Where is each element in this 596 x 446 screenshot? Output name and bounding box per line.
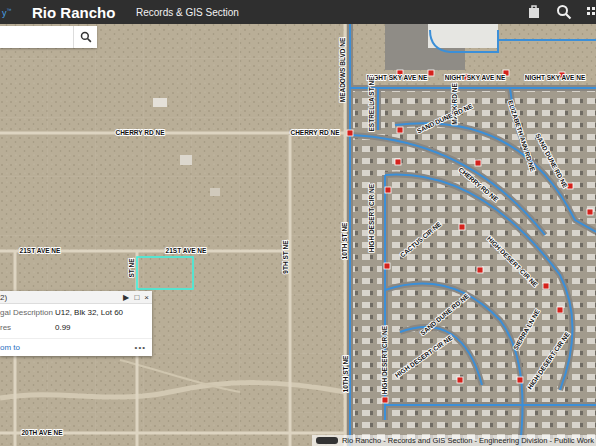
street-label: 10TH ST NE	[341, 222, 348, 260]
dirt-roads	[0, 24, 345, 446]
street-label: 10TH ST NE	[342, 355, 349, 393]
app-title: Rio Rancho	[32, 4, 136, 21]
house	[153, 98, 167, 107]
street-label: ST NE	[128, 258, 135, 278]
esri-logo-icon	[316, 437, 338, 444]
hydrant-marker[interactable]	[557, 307, 563, 313]
field-label: gal Description	[0, 308, 55, 317]
hydrant-marker[interactable]	[397, 127, 403, 133]
hydrant-marker[interactable]	[475, 160, 481, 166]
search-input[interactable]	[0, 26, 73, 48]
brand-logo[interactable]: y™	[2, 7, 32, 18]
popup-footer: om to •••	[0, 338, 152, 356]
header-bar: y™ Rio Rancho Records & GIS Section	[0, 0, 596, 24]
zoom-to-link[interactable]: om to	[0, 343, 20, 352]
aerial-map[interactable]: NIGHT SKY AVE NE NIGHT SKY AVE NE NIGHT SK…	[0, 24, 596, 446]
map-view[interactable]: NIGHT SKY AVE NE NIGHT SKY AVE NE NIGHT SK…	[0, 24, 596, 446]
attribution: Rio Rancho - Records and GIS Section - E…	[312, 435, 596, 446]
hydrant-marker[interactable]	[384, 263, 390, 269]
street-label: ESTRELLA ST NE	[368, 76, 375, 132]
hydrant-marker[interactable]	[457, 377, 463, 383]
street-label: ELIZABETH ANN RD NE	[507, 99, 537, 172]
basemap-icon[interactable]	[526, 4, 542, 20]
street-label: NIGHT SKY AVE NE	[445, 74, 506, 81]
popup-body: gal Description U12, Blk 32, Lot 60res 0…	[0, 304, 152, 334]
popup-field: gal Description U12, Blk 32, Lot 60	[0, 308, 148, 317]
selected-parcel[interactable]	[137, 257, 193, 289]
ground	[0, 24, 596, 446]
street-label: HIGH DESERT CIR NE	[368, 183, 375, 252]
parcel-grid	[0, 24, 345, 446]
street-label: CHERRY RD NE	[290, 129, 340, 136]
school-building	[428, 24, 498, 48]
field-label: res	[0, 323, 55, 332]
water-lines	[350, 24, 596, 446]
street-label: NIGHT SKY AVE NE	[525, 74, 586, 81]
street-label: SAND DUNE RD NE	[416, 102, 475, 134]
street-label: 21ST AVE NE	[20, 247, 61, 254]
street-label: HIGH DESERT CIR NE	[394, 334, 454, 379]
hydrant-marker[interactable]	[347, 130, 353, 136]
street-label: NIGHT SKY AVE NE	[367, 74, 428, 81]
hydrant-marker[interactable]	[395, 159, 401, 165]
street-label: 21ST AVE NE	[166, 247, 207, 254]
popup-field: res 0.99	[0, 323, 148, 332]
street-label: HIGH DESERT CIR NE	[486, 235, 540, 289]
search-icon[interactable]	[556, 4, 572, 20]
street-label: HIGH DESERT CIR NE	[381, 325, 388, 394]
magnifier-icon	[80, 31, 92, 43]
arroyo	[0, 383, 345, 398]
street-label: CHERRY RD NE	[457, 166, 500, 203]
gis-viewer: y™ Rio Rancho Records & GIS Section NIGH…	[0, 0, 596, 446]
search-button[interactable]	[73, 26, 97, 48]
attribution-text: Rio Rancho - Records and GIS Section - E…	[342, 436, 594, 445]
street-label: HIGH DESERT CIR NE	[526, 330, 571, 390]
street-label: SIERRA LN NE	[512, 308, 541, 352]
popup-title: 2)	[0, 293, 7, 302]
hydrant-marker[interactable]	[587, 209, 593, 215]
hydrant-marker[interactable]	[385, 187, 391, 193]
street-label: CHERRY RD NE	[115, 129, 165, 136]
hydrant-marker[interactable]	[543, 283, 549, 289]
more-actions[interactable]: •••	[135, 343, 146, 352]
hydrant-marker[interactable]	[477, 267, 483, 273]
search-box	[0, 26, 97, 48]
street-label: 20TH AVE NE	[21, 429, 63, 436]
popup-header: 2) ▶ □ ×	[0, 291, 152, 304]
feature-popup: 2) ▶ □ × gal Description U12, Blk 32, Lot …	[0, 291, 152, 356]
subdivision	[352, 90, 596, 446]
hydrant-marker[interactable]	[428, 70, 434, 76]
hydrant-marker[interactable]	[459, 224, 465, 230]
field-value: U12, Blk 32, Lot 60	[55, 308, 123, 317]
section-link[interactable]: Records & GIS Section	[136, 7, 239, 18]
street-label: 9TH ST NE	[282, 240, 289, 274]
hydrant-marker[interactable]	[382, 397, 388, 403]
popup-control[interactable]: ×	[144, 293, 149, 302]
street-label: SAND DUNE RD NE	[419, 292, 470, 337]
street-label: SAND DUNE RD NE	[534, 132, 569, 189]
street-label: CACTUS CIR NE	[399, 220, 443, 259]
field-value: 0.99	[55, 323, 71, 332]
popup-control[interactable]: □	[134, 293, 139, 302]
popup-control[interactable]: ▶	[123, 293, 129, 302]
street-label: MEADOWS BLVD NE	[339, 37, 346, 102]
paved-roads	[350, 24, 596, 446]
apps-grid-icon[interactable]	[586, 4, 596, 20]
hydrant-marker[interactable]	[517, 377, 523, 383]
house	[180, 155, 192, 165]
house	[210, 188, 220, 196]
